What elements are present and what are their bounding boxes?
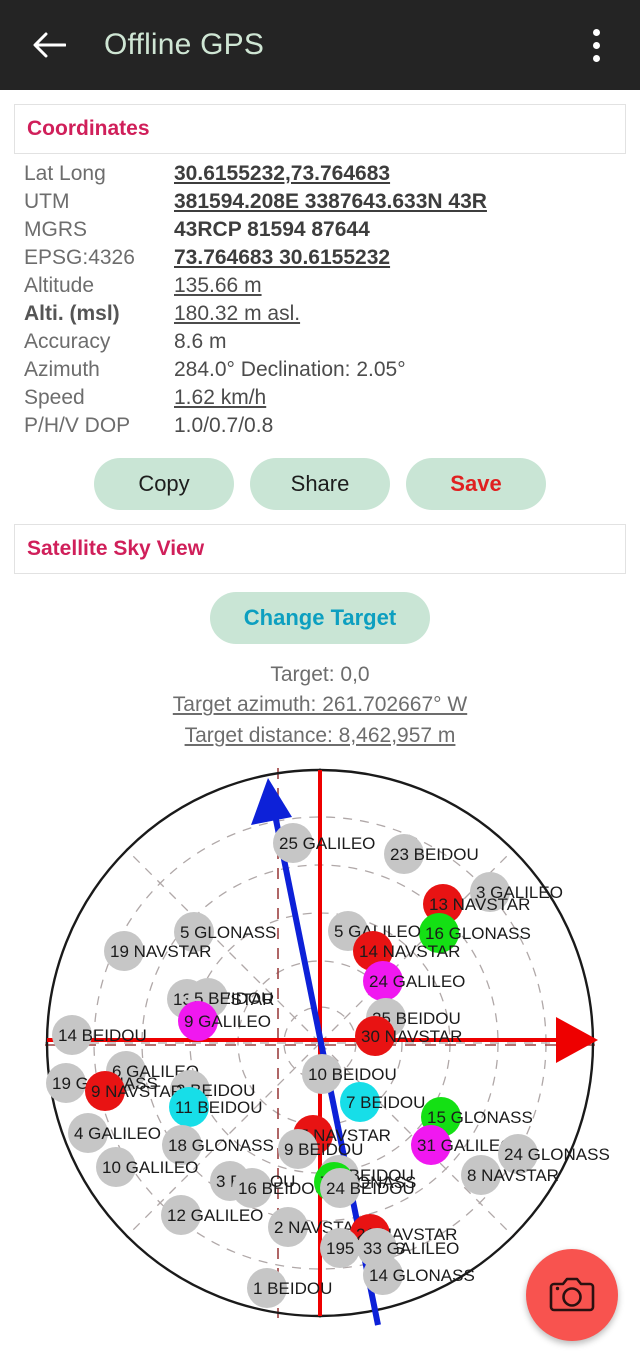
skyview-section-header: Satellite Sky View	[14, 524, 626, 574]
coordinate-value: 43RCP 81594 87644	[174, 218, 370, 241]
satellite-label: 14 GLONASS	[369, 1266, 475, 1285]
coordinate-value[interactable]: 381594.208E 3387643.633N 43R	[174, 188, 618, 216]
coordinate-label: EPSG:4326	[24, 246, 135, 269]
coordinate-value[interactable]: 73.764683 30.6155232	[174, 244, 618, 272]
arrow-left-icon	[32, 30, 66, 60]
coordinate-value[interactable]: 1.62 km/h	[174, 384, 618, 412]
coordinate-row: Altitude 135.66 m	[24, 272, 618, 300]
target-azimuth-text[interactable]: Target azimuth: 261.702667° W	[0, 690, 640, 720]
page-title: Offline GPS	[104, 28, 265, 61]
save-button[interactable]: Save	[406, 458, 546, 510]
coordinate-row: Accuracy 8.6 m	[24, 328, 618, 356]
app-bar: Offline GPS	[0, 0, 640, 90]
overflow-dot	[592, 28, 600, 36]
coordinate-value[interactable]: 30.6155232,73.764683	[174, 160, 618, 188]
share-button[interactable]: Share	[250, 458, 390, 510]
satellite-sky-view[interactable]: 25 GALILEO 23 BEIDOU 3 GALILEO 13 NAVSTAR 16…	[0, 755, 640, 1355]
satellite-label: 8 NAVSTAR	[467, 1166, 559, 1185]
coordinate-row: Speed 1.62 km/h	[24, 384, 618, 412]
satellite-label: 15 GLONASS	[427, 1108, 533, 1127]
more-vertical-icon[interactable]	[574, 16, 618, 74]
satellite-label: 16 BEIDOU	[238, 1179, 327, 1198]
satellite-marker[interactable]: 23 BEIDOU	[384, 834, 479, 875]
coordinate-label: MGRS	[24, 218, 87, 241]
satellite-marker[interactable]: 31 GALILEO	[411, 1125, 513, 1166]
coordinate-label: Altitude	[24, 274, 95, 297]
target-distance-text[interactable]: Target distance: 8,462,957 m	[0, 721, 640, 751]
satellite-label: 7 BEIDOU	[346, 1093, 425, 1112]
satellite-marker[interactable]: 24 GALILEO	[363, 961, 465, 1002]
coordinate-label: Speed	[24, 386, 85, 409]
satellite-label: 9 NAVSTAR	[91, 1082, 183, 1101]
satellite-label: 13 NAVSTAR	[429, 895, 530, 914]
skyview-header-label: Satellite Sky View	[27, 537, 205, 560]
coordinate-row: UTM 381594.208E 3387643.633N 43R	[24, 188, 618, 216]
coordinate-row: Azimuth 284.0° Declination: 2.05°	[24, 356, 618, 384]
back-button[interactable]	[22, 18, 76, 72]
satellite-marker[interactable]: 14 BEIDOU	[52, 1015, 147, 1056]
change-target-button[interactable]: Change Target	[209, 592, 431, 644]
coordinate-label: UTM	[24, 190, 70, 213]
skyview-actions: Change Target	[0, 592, 640, 644]
satellite-label: 9 BEIDOU	[284, 1140, 363, 1159]
coordinate-row: MGRS 43RCP 81594 87644	[24, 216, 618, 244]
overflow-dot	[592, 54, 600, 62]
target-info: Target: 0,0 Target azimuth: 261.702667° …	[0, 660, 640, 751]
coordinate-label: Alti. (msl)	[24, 302, 120, 325]
satellite-marker[interactable]: 25 GALILEO	[273, 823, 375, 864]
coordinates-header-label: Coordinates	[27, 117, 150, 140]
satellite-label: 24 BEIDOU	[326, 1179, 415, 1198]
coordinate-row: P/H/V DOP 1.0/0.7/0.8	[24, 412, 618, 440]
satellite-label: 10 BEIDOU	[308, 1065, 397, 1084]
satellite-label: 10 GALILEO	[102, 1158, 198, 1177]
satellite-label: 33 GALILEO	[363, 1239, 459, 1258]
coordinate-value: 8.6 m	[174, 330, 227, 353]
satellite-label: 25 GALILEO	[279, 834, 375, 853]
satellite-label: 14 BEIDOU	[58, 1026, 147, 1045]
overflow-dot	[592, 41, 600, 49]
satellite-label: 30 NAVSTAR	[361, 1027, 462, 1046]
satellite-label: 11 BEIDOU	[175, 1098, 263, 1117]
satellite-label: 1 BEIDOU	[253, 1279, 332, 1298]
coordinates-section-header: Coordinates	[14, 104, 626, 154]
target-coords-text: Target: 0,0	[270, 663, 370, 686]
satellite-label: 23 BEIDOU	[390, 845, 479, 864]
satellite-markers[interactable]: 25 GALILEO23 BEIDOU3 GALILEO13 NAVSTAR16…	[46, 823, 610, 1309]
satellite-label: 18 GLONASS	[168, 1136, 274, 1155]
coordinate-row: Lat Long 30.6155232,73.764683	[24, 160, 618, 188]
coordinate-value: 284.0° Declination: 2.05°	[174, 358, 406, 381]
copy-button[interactable]: Copy	[94, 458, 234, 510]
coordinate-value: 1.0/0.7/0.8	[174, 414, 274, 437]
satellite-label: 4 GALILEO	[74, 1124, 161, 1143]
satellite-label: 24 GLONASS	[504, 1145, 610, 1164]
coordinate-label: Azimuth	[24, 358, 100, 381]
coordinate-label: Accuracy	[24, 330, 111, 353]
coordinate-label: P/H/V DOP	[24, 414, 131, 437]
satellite-label: 12 GALILEO	[167, 1206, 263, 1225]
satellite-marker[interactable]: 7 BEIDOU	[340, 1082, 425, 1123]
coordinate-row: EPSG:4326 73.764683 30.6155232	[24, 244, 618, 272]
satellite-marker[interactable]: 14 GLONASS	[363, 1255, 475, 1296]
coordinates-table: Lat Long 30.6155232,73.764683 UTM 381594.20…	[24, 160, 618, 440]
satellite-label: 19 NAVSTAR	[110, 942, 211, 961]
satellite-label: 5 GLONASS	[180, 923, 276, 942]
coordinate-value[interactable]: 180.32 m asl.	[174, 300, 618, 328]
satellite-label: 9 GALILEO	[184, 1012, 271, 1031]
coordinates-actions: Copy Share Save	[0, 458, 640, 510]
coordinate-label: Lat Long	[24, 162, 106, 185]
satellite-label: 24 GALILEO	[369, 972, 465, 991]
satellite-label: 16 GLONASS	[425, 924, 531, 943]
camera-button[interactable]	[526, 1249, 618, 1342]
satellite-marker[interactable]: 4 GALILEO	[68, 1113, 161, 1154]
coordinate-value[interactable]: 135.66 m	[174, 272, 618, 300]
coordinate-row: Alti. (msl) 180.32 m asl.	[24, 300, 618, 328]
satellite-label: 14 NAVSTAR	[359, 942, 460, 961]
camera-icon	[549, 1274, 595, 1317]
